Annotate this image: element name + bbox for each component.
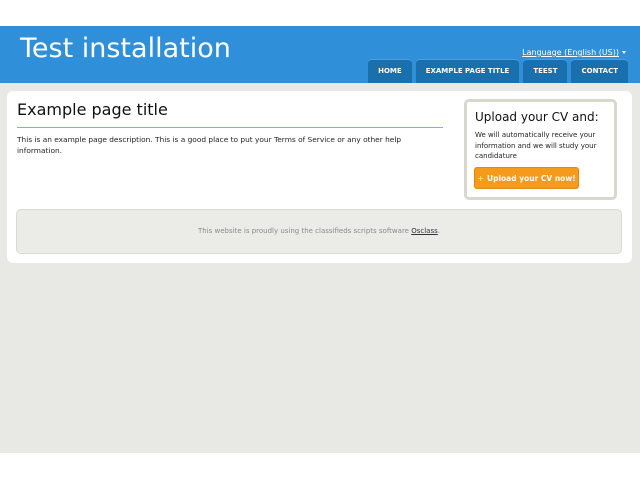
plus-icon: + xyxy=(477,174,484,183)
footer-suffix: . xyxy=(437,227,440,235)
site-title[interactable]: Test installation xyxy=(20,32,231,66)
footer-text: This website is proudly using the classi… xyxy=(17,210,621,253)
site-header: Test installation Language (English (US)… xyxy=(0,26,640,83)
language-label: Language (English (US)) xyxy=(522,48,619,57)
chevron-down-icon xyxy=(622,51,626,54)
bottom-bar xyxy=(0,453,640,480)
upload-cv-widget: Upload your CV and: We will automaticall… xyxy=(464,99,617,200)
title-divider xyxy=(17,127,443,128)
nav-tab-contact[interactable]: CONTACT xyxy=(571,59,628,83)
upload-cv-text: We will automatically receive your infor… xyxy=(475,131,597,160)
page-title: Example page title xyxy=(17,100,168,119)
language-selector[interactable]: Language (English (US)) xyxy=(522,48,626,58)
footer: This website is proudly using the classi… xyxy=(16,209,622,254)
upload-cv-title: Upload your CV and: xyxy=(475,110,599,124)
nav-tab-teest[interactable]: TEEST xyxy=(523,59,568,83)
page-description: This is an example page description. Thi… xyxy=(17,135,402,155)
top-bar xyxy=(0,0,640,26)
upload-cv-button[interactable]: + Upload your CV now! xyxy=(474,167,579,189)
main-nav: HOME EXAMPLE PAGE TITLE TEEST CONTACT xyxy=(368,59,628,83)
nav-tab-home[interactable]: HOME xyxy=(368,59,412,83)
page: Test installation Language (English (US)… xyxy=(0,0,640,480)
footer-credit: This website is proudly using the classi… xyxy=(198,227,412,235)
osclass-link[interactable]: Osclass xyxy=(411,227,438,235)
upload-cv-button-label: Upload your CV now! xyxy=(487,174,576,183)
nav-tab-example-page[interactable]: EXAMPLE PAGE TITLE xyxy=(415,59,520,83)
